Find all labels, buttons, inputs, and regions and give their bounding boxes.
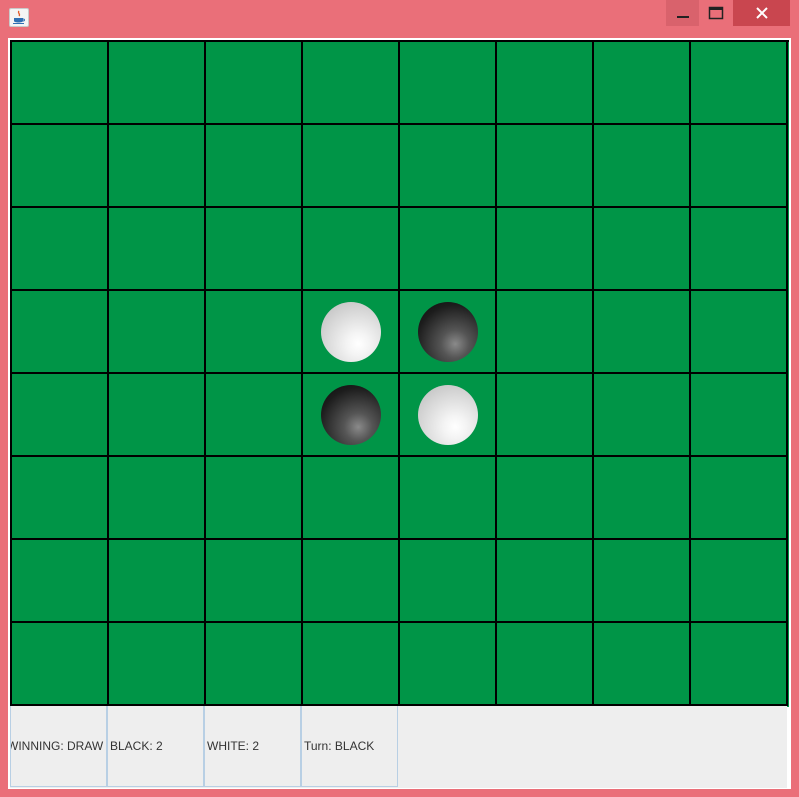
board-cell[interactable] [303,42,400,125]
java-app-icon[interactable] [9,8,29,27]
board-cell[interactable] [400,208,497,291]
board-cell[interactable] [303,374,400,457]
board-cell[interactable] [497,291,594,374]
board-cell[interactable] [594,623,691,706]
board-cell[interactable] [12,291,109,374]
board-cell[interactable] [400,291,497,374]
board-cell[interactable] [12,42,109,125]
board-cell[interactable] [109,540,206,623]
board-cell[interactable] [109,457,206,540]
board-cell[interactable] [497,623,594,706]
board-cell[interactable] [691,208,788,291]
board-cell[interactable] [109,208,206,291]
minimize-button[interactable] [666,0,699,26]
board-cell[interactable] [497,125,594,208]
board-cell[interactable] [206,291,303,374]
board-cell[interactable] [497,457,594,540]
board-cell[interactable] [497,540,594,623]
board-cell[interactable] [594,457,691,540]
board-cell[interactable] [691,623,788,706]
board-cell[interactable] [109,623,206,706]
board-cell[interactable] [12,457,109,540]
winning-status: WINNING: DRAW [10,706,107,787]
minimize-icon [676,16,689,18]
maximize-button[interactable] [699,0,732,26]
board-cell[interactable] [303,208,400,291]
board-cell[interactable] [400,42,497,125]
board-cell[interactable] [691,42,788,125]
board-cell[interactable] [303,291,400,374]
board-cell[interactable] [109,42,206,125]
status-bar: WINNING: DRAW BLACK: 2 WHITE: 2 Turn: BL… [10,706,787,788]
board-cell[interactable] [303,457,400,540]
title-bar[interactable] [0,0,799,33]
board-cell[interactable] [594,374,691,457]
board-cell[interactable] [497,374,594,457]
board-cell[interactable] [594,42,691,125]
board-cell[interactable] [400,125,497,208]
board-cell[interactable] [691,457,788,540]
black-disc [417,301,478,362]
board-cell[interactable] [594,208,691,291]
board-cell[interactable] [12,623,109,706]
board-cell[interactable] [12,208,109,291]
board-cell[interactable] [497,208,594,291]
board-cell[interactable] [691,374,788,457]
board-cell[interactable] [109,374,206,457]
black-score: BLACK: 2 [107,706,204,787]
board-cell[interactable] [594,291,691,374]
white-score: WHITE: 2 [204,706,301,787]
board-cell[interactable] [303,125,400,208]
board-cell[interactable] [400,457,497,540]
board-cell[interactable] [303,540,400,623]
board-cell[interactable] [691,540,788,623]
board-cell[interactable] [400,540,497,623]
white-disc [417,384,478,445]
board-cell[interactable] [691,125,788,208]
board-cell[interactable] [400,623,497,706]
board-cell[interactable] [206,125,303,208]
turn-indicator: Turn: BLACK [301,706,398,787]
board-cell[interactable] [109,291,206,374]
board-cell[interactable] [400,374,497,457]
board-cell[interactable] [206,457,303,540]
board-cell[interactable] [691,291,788,374]
board-cell[interactable] [206,42,303,125]
board-cell[interactable] [12,374,109,457]
board-cell[interactable] [497,42,594,125]
white-disc [320,301,381,362]
black-disc [320,384,381,445]
board-cell[interactable] [303,623,400,706]
board-cell[interactable] [594,540,691,623]
board-cell[interactable] [12,540,109,623]
board-cell[interactable] [594,125,691,208]
board-cell[interactable] [206,374,303,457]
othello-board[interactable] [10,40,789,707]
maximize-icon [708,6,723,20]
board-cell[interactable] [206,208,303,291]
close-button[interactable] [733,0,790,26]
board-cell[interactable] [206,540,303,623]
close-icon [755,7,768,19]
board-cell[interactable] [12,125,109,208]
board-cell[interactable] [206,623,303,706]
board-cell[interactable] [109,125,206,208]
app-window: WINNING: DRAW BLACK: 2 WHITE: 2 Turn: BL… [0,0,799,797]
